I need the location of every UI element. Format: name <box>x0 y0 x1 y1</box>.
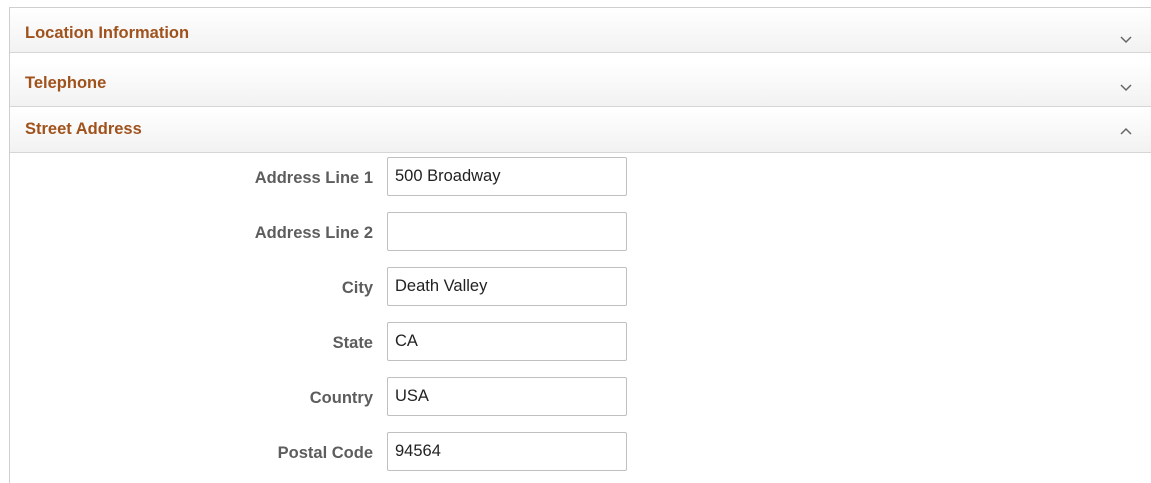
form-row-city: City <box>10 267 710 311</box>
city-input[interactable] <box>387 267 627 306</box>
form-row-state: State <box>10 322 710 366</box>
state-label: State <box>332 334 373 352</box>
address-line-2-input[interactable] <box>387 212 627 251</box>
form-row-address-line-2: Address Line 2 <box>10 212 710 256</box>
postal-code-input[interactable] <box>387 432 627 471</box>
chevron-down-icon[interactable] <box>1119 82 1133 92</box>
chevron-up-icon[interactable] <box>1119 127 1133 137</box>
form-row-country: Country <box>10 377 710 421</box>
form-row-postal-code: Postal Code <box>10 432 710 476</box>
section-title: Telephone <box>25 74 107 92</box>
chevron-down-icon[interactable] <box>1119 34 1133 44</box>
form-row-address-line-1: Address Line 1 <box>10 157 710 201</box>
state-input[interactable] <box>387 322 627 361</box>
section-location-information[interactable]: Location Information <box>10 8 1151 53</box>
section-telephone[interactable]: Telephone <box>10 62 1151 107</box>
address-line-2-label: Address Line 2 <box>254 224 373 242</box>
section-street-address[interactable]: Street Address <box>10 108 1151 153</box>
country-input[interactable] <box>387 377 627 416</box>
page-frame: Location Information Telephone Street Ad… <box>0 0 1151 483</box>
city-label: City <box>341 279 373 297</box>
address-line-1-label: Address Line 1 <box>254 169 373 187</box>
section-title: Street Address <box>25 120 142 138</box>
section-title: Location Information <box>25 24 190 42</box>
country-label: Country <box>309 389 373 407</box>
postal-code-label: Postal Code <box>277 444 373 462</box>
address-line-1-input[interactable] <box>387 157 627 196</box>
